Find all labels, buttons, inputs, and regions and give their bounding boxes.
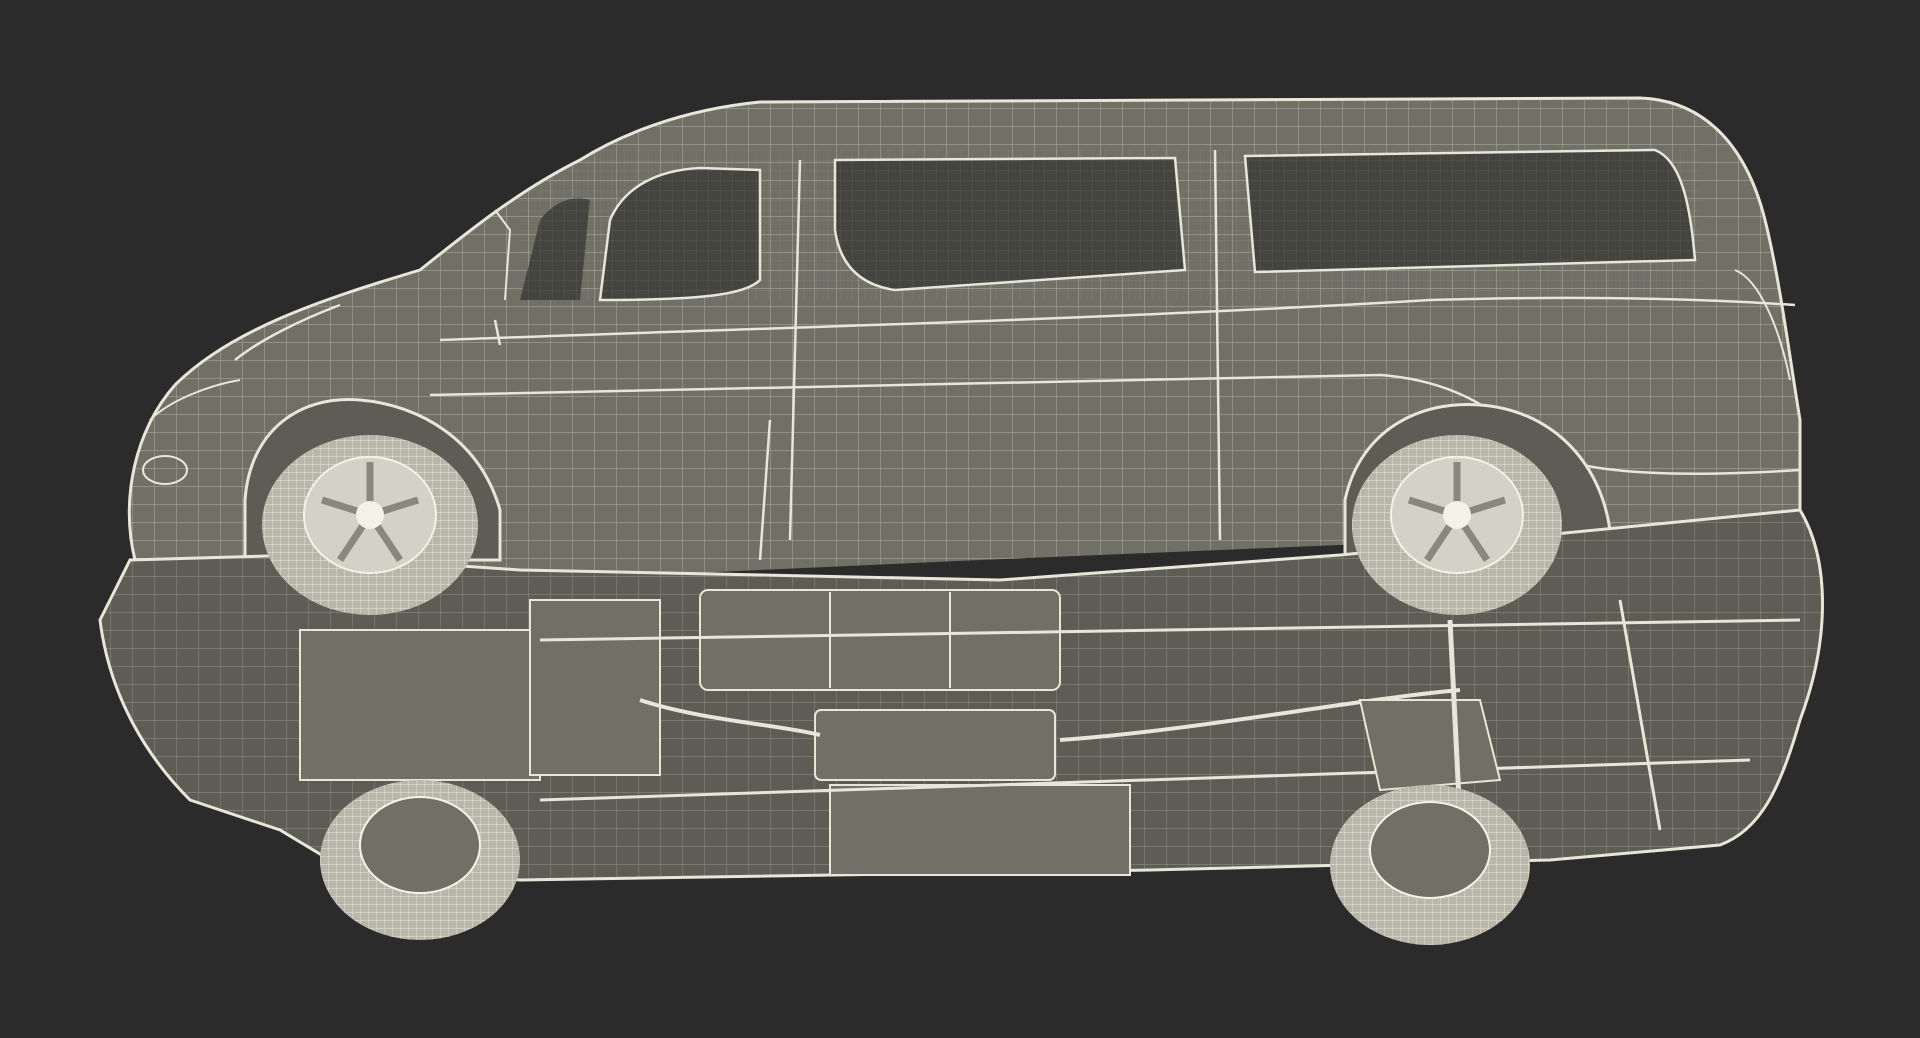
rear-wheel-upper [1352,435,1562,615]
front-wheel-lower [320,780,520,940]
van-wireframe-render [98,96,1824,945]
van-windows [520,148,1700,302]
front-wheel-upper [262,435,478,615]
rear-wheel-lower [1330,785,1530,945]
viewport [0,0,1920,1038]
